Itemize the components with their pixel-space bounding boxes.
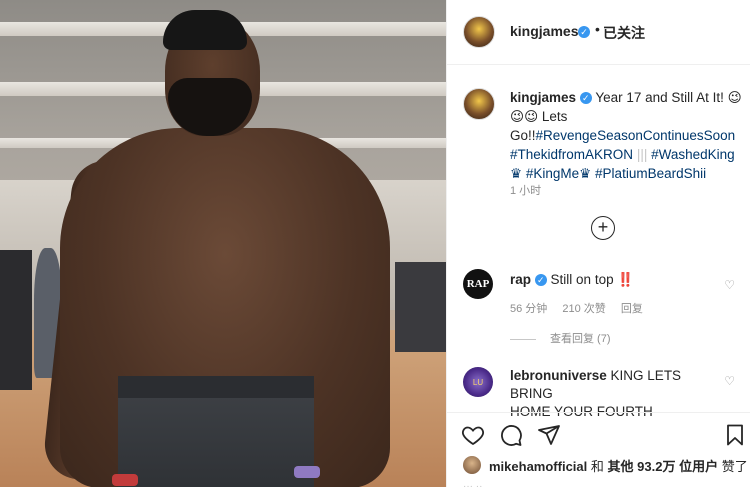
comment-time[interactable]: 56 分钟 — [510, 303, 547, 315]
caption-text: Year 17 and Still At It! 😉 — [595, 90, 742, 105]
verified-badge-icon: ✓ — [579, 92, 592, 105]
comment-icon[interactable] — [499, 423, 523, 447]
separator-dot: • — [595, 21, 600, 37]
author-username[interactable]: kingjames — [510, 23, 578, 39]
reply-button[interactable]: 回复 — [621, 303, 643, 315]
post-header: kingjames ✓ • 已关注 — [447, 0, 750, 65]
replies-divider — [510, 338, 536, 340]
likes-summary: mikehamofficial 和 其他 93.2万 位用户 赞了 — [489, 456, 748, 475]
likes-others-label[interactable]: 其他 — [608, 459, 634, 474]
bookmark-icon[interactable] — [723, 423, 747, 447]
comment-like-heart-icon[interactable]: ♡ — [724, 278, 735, 292]
instagram-post-window: kingjames ✓ • 已关注 kingjames ✓ Year 17 an… — [0, 0, 750, 487]
verified-badge-icon: ✓ — [578, 26, 590, 38]
comment-like-heart-icon[interactable]: ♡ — [724, 374, 735, 388]
heart-icon[interactable] — [461, 423, 485, 447]
verified-badge-icon: ✓ — [534, 274, 547, 287]
comment-text: rap ✓ Still on top ‼️ — [510, 271, 725, 289]
post-actions-bar — [447, 412, 750, 453]
caption-text: Go!! — [510, 128, 536, 143]
liker-avatar[interactable] — [463, 456, 481, 474]
caption-text: 😉😉 Lets — [510, 109, 568, 124]
crown-icon: ♛ — [510, 166, 523, 181]
comment-body: Still on top ‼️ — [550, 272, 635, 287]
caption-username[interactable]: kingjames — [510, 90, 576, 105]
hashtag-link[interactable]: #KingMe — [526, 166, 579, 181]
wall-pad — [0, 250, 32, 390]
liker-username[interactable]: mikehamofficial — [489, 459, 587, 474]
separator-bars: ||| — [636, 147, 648, 162]
following-button[interactable]: 已关注 — [603, 23, 645, 43]
truncated-text: ··· ·· — [463, 481, 483, 487]
hashtag-link[interactable]: #RevengeSeasonContinuesSoon — [536, 128, 736, 143]
comment-meta: 56 分钟 210 次赞 回复 — [510, 300, 655, 316]
likes-suffix: 赞了 — [721, 459, 748, 474]
hashtag-link[interactable]: #WashedKing — [651, 147, 735, 162]
commenter-username[interactable]: rap — [510, 272, 531, 287]
commenter-username[interactable]: lebronuniverse — [510, 368, 607, 383]
post-photo[interactable] — [0, 0, 446, 487]
view-replies-label[interactable]: 查看回复 (7) — [550, 333, 611, 345]
likes-connector: 和 — [590, 459, 604, 474]
crown-icon: ♛ — [579, 166, 592, 181]
view-replies-link[interactable]: 查看回复 (7) — [510, 330, 611, 346]
post-timestamp[interactable]: 1 小时 — [510, 182, 541, 198]
caption-avatar[interactable] — [463, 88, 495, 120]
hashtag-link[interactable]: #PlatiumBeardShii — [595, 166, 706, 181]
hashtag-link[interactable]: #ThekidfromAKRON — [510, 147, 633, 162]
wall-pad — [395, 262, 446, 352]
plus-circle-icon[interactable]: + — [591, 216, 615, 240]
wristband — [112, 474, 138, 486]
author-avatar[interactable] — [463, 16, 495, 48]
shorts-waistband — [118, 376, 314, 398]
comment-likes[interactable]: 210 次赞 — [562, 303, 605, 315]
likes-count[interactable]: 93.2万 — [637, 459, 675, 474]
post-caption: kingjames ✓ Year 17 and Still At It! 😉 😉… — [510, 88, 742, 183]
wristband — [294, 466, 320, 478]
likes-users-label[interactable]: 位用户 — [679, 459, 718, 474]
share-icon[interactable] — [537, 423, 561, 447]
commenter-avatar[interactable]: RAP — [463, 269, 493, 299]
commenter-avatar[interactable]: LU — [463, 367, 493, 397]
headband — [163, 10, 247, 50]
post-details-panel: kingjames ✓ • 已关注 kingjames ✓ Year 17 an… — [446, 0, 750, 487]
